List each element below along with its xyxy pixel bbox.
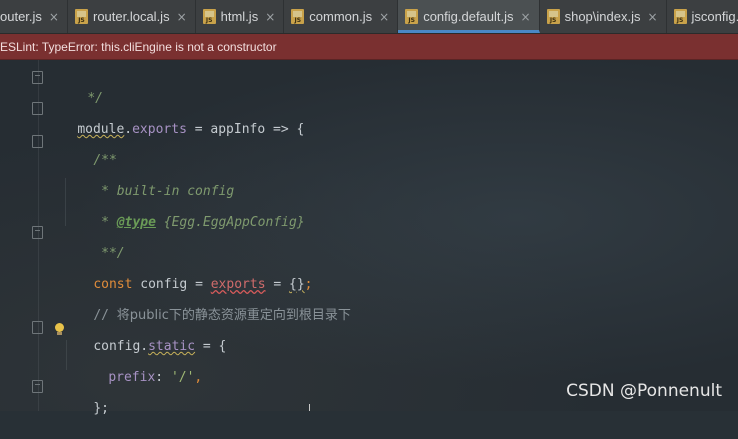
fold-start-icon[interactable]: [32, 135, 43, 148]
tab-common-js[interactable]: JS common.js ×: [284, 0, 399, 33]
editor-tab-bar: outer.js × JS router.local.js × JS html.…: [0, 0, 738, 34]
fold-start-icon[interactable]: [32, 102, 43, 115]
code-line-10: prefix: '/',: [108, 370, 203, 385]
tab-outer-js[interactable]: outer.js ×: [0, 0, 68, 33]
js-file-icon: JS: [405, 9, 419, 24]
tab-label: config.default.js: [423, 9, 514, 24]
tab-label: shop\index.js: [564, 9, 641, 24]
tab-router-local-js[interactable]: JS router.local.js ×: [68, 0, 196, 33]
fold-start-icon[interactable]: [32, 321, 43, 334]
tab-label: jsconfig.j: [691, 9, 738, 24]
close-icon[interactable]: ×: [521, 10, 531, 24]
code-line-11: };: [93, 401, 109, 416]
js-file-icon: JS: [74, 9, 88, 24]
js-file-icon: JS: [291, 9, 305, 24]
close-icon[interactable]: ×: [379, 10, 389, 24]
close-icon[interactable]: ×: [177, 10, 187, 24]
js-file-icon: JS: [546, 9, 560, 24]
tab-jsconfig[interactable]: JS jsconfig.j: [667, 0, 738, 33]
code-line-1: */: [87, 91, 103, 106]
close-icon[interactable]: ×: [647, 10, 657, 24]
code-line-6: **/: [93, 246, 125, 261]
close-icon[interactable]: ×: [265, 10, 275, 24]
code-line-5: * @type {Egg.EggAppConfig}: [93, 215, 305, 230]
tab-config-default-js[interactable]: JS config.default.js ×: [398, 0, 540, 33]
eslint-message: ESLint: TypeError: this.cliEngine is not…: [0, 39, 277, 54]
tab-label: router.local.js: [92, 9, 170, 24]
code-line-3: /**: [93, 153, 117, 168]
code-line-7: const config = exports = {};: [93, 277, 313, 292]
tab-label: common.js: [309, 9, 373, 24]
tab-shop-index-js[interactable]: JS shop\index.js ×: [540, 0, 667, 33]
code-line-2: module.exports = appInfo => {: [77, 122, 305, 137]
code-line-8: // 将public下的静态资源重定向到根目录下: [93, 308, 351, 323]
tab-html-js[interactable]: JS html.js ×: [196, 0, 285, 33]
code-editor[interactable]: */ module.exports = appInfo => { /** * b…: [0, 60, 738, 416]
text-cursor: [309, 404, 310, 411]
fold-end-icon[interactable]: [32, 71, 43, 84]
close-icon[interactable]: ×: [49, 10, 59, 24]
js-file-icon: JS: [202, 9, 216, 24]
fold-end-icon[interactable]: [32, 380, 43, 393]
code-line-9: config.static = {: [93, 339, 227, 354]
js-file-icon: JS: [673, 9, 687, 24]
tab-label: html.js: [220, 9, 259, 24]
code-line-4: * built-in config: [93, 184, 235, 199]
fold-end-icon[interactable]: [32, 226, 43, 239]
watermark: CSDN @Ponnenult: [566, 381, 722, 401]
tab-label: outer.js: [0, 9, 42, 24]
eslint-error-banner: ESLint: TypeError: this.cliEngine is not…: [0, 34, 738, 60]
lightbulb-icon[interactable]: [54, 323, 65, 336]
